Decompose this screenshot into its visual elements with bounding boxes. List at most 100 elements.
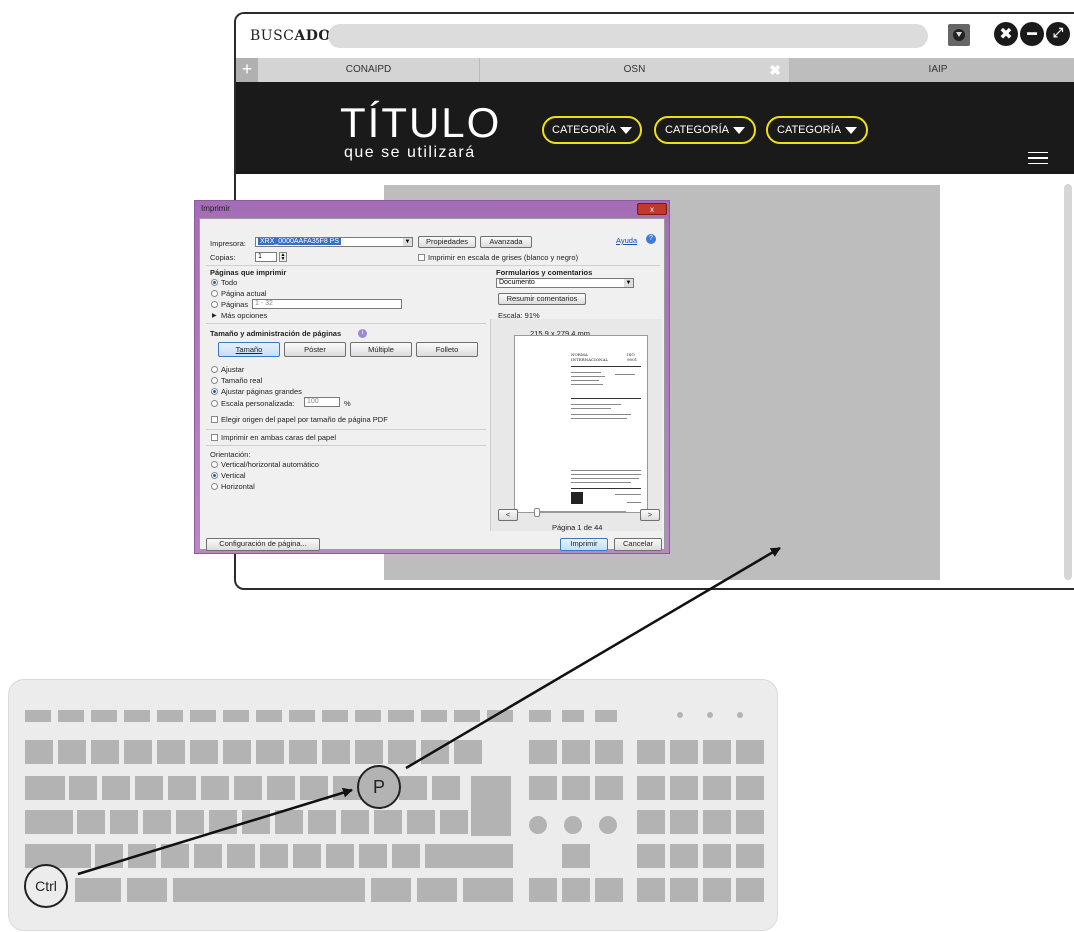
fit-radio[interactable] [211, 366, 218, 373]
orient-landscape-radio[interactable] [211, 483, 218, 490]
minimize-icon[interactable]: ━ [1020, 22, 1044, 46]
orient-portrait-radio[interactable] [211, 472, 218, 479]
scrollbar[interactable] [1064, 184, 1072, 580]
pages-range-radio[interactable] [211, 301, 218, 308]
maximize-icon[interactable]: ⤢ [1046, 22, 1070, 46]
new-tab-icon[interactable]: + [236, 58, 258, 82]
download-icon[interactable] [948, 24, 970, 46]
keyboard-key [595, 878, 623, 902]
dialog-close-button[interactable]: x [637, 203, 667, 215]
grayscale-checkbox[interactable] [418, 254, 425, 261]
page-setup-button[interactable]: Configuración de página... [206, 538, 320, 551]
preview-line [571, 404, 621, 405]
copies-stepper[interactable]: ▲ ▼ [279, 252, 287, 262]
copies-input[interactable]: 1 [255, 252, 277, 262]
keyboard-key [223, 740, 251, 764]
pages-current-radio[interactable] [211, 290, 218, 297]
keyboard-key [69, 776, 97, 800]
keyboard-key [562, 740, 590, 764]
keyboard-key [388, 740, 416, 764]
keyboard-key [471, 776, 511, 836]
fit-label: Ajustar [221, 365, 245, 374]
pages-all-radio[interactable] [211, 279, 218, 286]
keyboard-key [637, 740, 665, 764]
tab-iaip[interactable]: IAIP [790, 58, 1074, 82]
expand-triangle-icon[interactable]: ▶ [212, 312, 217, 319]
preview-line [571, 482, 631, 483]
preview-rule [571, 398, 641, 399]
keyboard-key [190, 740, 218, 764]
category-dropdown-3[interactable]: CATEGORÍA [766, 116, 868, 144]
keyboard-key [110, 810, 138, 834]
keyboard-key [359, 844, 387, 868]
hamburger-menu-icon[interactable] [1028, 152, 1048, 164]
keyboard-key [529, 776, 557, 800]
keyboard-key [267, 776, 295, 800]
keyboard-key [91, 740, 119, 764]
keyboard-key [670, 776, 698, 800]
prev-page-button[interactable]: < [498, 509, 518, 521]
custom-scale-input[interactable]: 100 [304, 397, 340, 407]
keyboard-key [322, 710, 348, 722]
properties-button[interactable]: Propiedades [418, 236, 476, 248]
advanced-button[interactable]: Avanzada [480, 236, 532, 248]
category-dropdown-2[interactable]: CATEGORÍA [654, 116, 756, 144]
keyboard-key [463, 878, 513, 902]
orient-auto-radio[interactable] [211, 461, 218, 468]
keyboard-key [388, 710, 414, 722]
paper-source-checkbox[interactable] [211, 416, 218, 423]
category-label: CATEGORÍA [552, 124, 616, 136]
keyboard-key [168, 776, 196, 800]
preview-logo [571, 492, 583, 504]
keyboard-key [58, 740, 86, 764]
keyboard-key [529, 740, 557, 764]
help-icon[interactable]: ? [646, 234, 656, 244]
printer-select[interactable]: XRX_0000AAFA35F8 PS ▼ [255, 237, 413, 247]
printer-value: XRX_0000AAFA35F8 PS [258, 238, 341, 245]
shrink-radio[interactable] [211, 388, 218, 395]
tab-close-icon[interactable]: ✖ [769, 58, 781, 82]
keyboard-key [529, 710, 551, 722]
preview-line [571, 384, 603, 385]
info-icon[interactable]: i [358, 329, 367, 338]
pages-range-input[interactable]: 1 - 32 [252, 299, 402, 309]
preview-line [615, 494, 641, 495]
help-link[interactable]: Ayuda [616, 236, 637, 245]
keyboard-indicator-light [737, 712, 743, 718]
keyboard-illustration [8, 679, 778, 931]
multiple-tab-button[interactable]: Múltiple [350, 342, 412, 357]
tab-osn[interactable]: OSN ✖ [480, 58, 790, 82]
keyboard-key [595, 740, 623, 764]
booklet-tab-button[interactable]: Folleto [416, 342, 478, 357]
forms-select[interactable]: Documento ▼ [496, 278, 634, 288]
category-dropdown-1[interactable]: CATEGORÍA [542, 116, 642, 144]
keyboard-key [736, 878, 764, 902]
preview-line [571, 418, 627, 419]
more-options-link[interactable]: Más opciones [221, 311, 267, 320]
keyboard-key [173, 878, 365, 902]
close-icon[interactable]: ✖ [994, 22, 1018, 46]
keyboard-key [25, 710, 51, 722]
preview-line [571, 372, 601, 373]
keyboard-key [703, 810, 731, 834]
cancel-button[interactable]: Cancelar [614, 538, 662, 551]
orient-landscape-label: Horizontal [221, 482, 255, 491]
page-slider[interactable] [536, 511, 626, 515]
keyboard-key [124, 710, 150, 722]
pages-all-label: Todo [221, 278, 238, 287]
keyboard-key [227, 844, 255, 868]
page-slider-thumb[interactable] [534, 508, 540, 517]
poster-tab-button[interactable]: Póster [284, 342, 346, 357]
next-page-button[interactable]: > [640, 509, 660, 521]
custom-scale-radio[interactable] [211, 400, 218, 407]
print-button[interactable]: Imprimir [560, 538, 608, 551]
keyboard-key [703, 844, 731, 868]
summarize-comments-button[interactable]: Resumir comentarios [498, 293, 586, 305]
size-tab-button[interactable]: Tamaño [218, 342, 280, 357]
duplex-checkbox[interactable] [211, 434, 218, 441]
actual-size-label: Tamaño real [221, 376, 263, 385]
forms-value: Documento [499, 279, 535, 286]
address-bar[interactable] [328, 24, 928, 48]
actual-size-radio[interactable] [211, 377, 218, 384]
tab-conaipd[interactable]: CONAIPD [258, 58, 480, 82]
